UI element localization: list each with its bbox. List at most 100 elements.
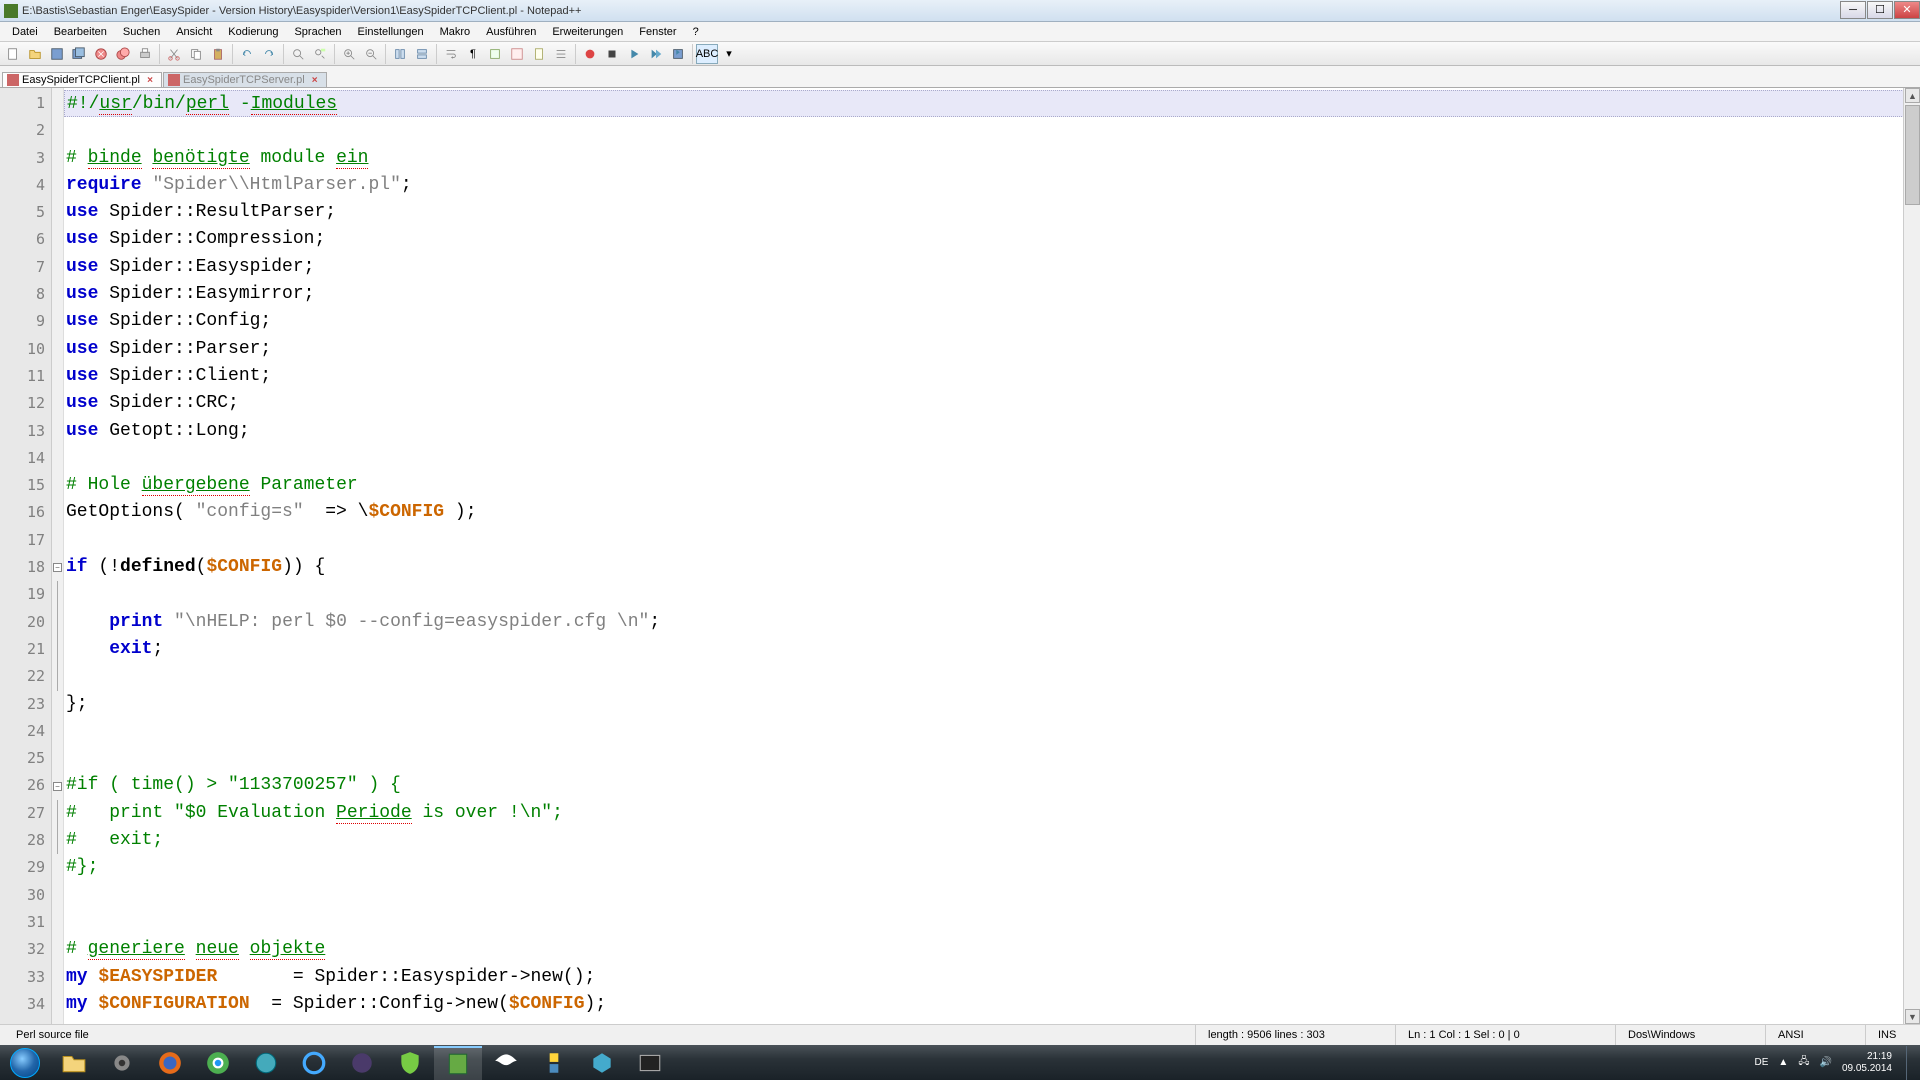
menu-fenster[interactable]: Fenster [631, 24, 684, 40]
systray-network-icon[interactable]: 🖧 [1798, 1054, 1809, 1071]
user-lang-icon[interactable] [506, 44, 528, 64]
spellcheck-dropdown-icon[interactable]: ▾ [718, 44, 740, 64]
menu-kodierung[interactable]: Kodierung [220, 24, 286, 40]
save-all-icon[interactable] [68, 44, 90, 64]
code-line[interactable] [64, 445, 1920, 472]
zoom-in-icon[interactable] [338, 44, 360, 64]
code-line[interactable] [64, 882, 1920, 909]
tab-close-icon[interactable]: × [310, 75, 320, 85]
menu-einstellungen[interactable]: Einstellungen [350, 24, 432, 40]
close-file-icon[interactable] [90, 44, 112, 64]
stop-macro-icon[interactable] [601, 44, 623, 64]
play-multi-icon[interactable] [645, 44, 667, 64]
code-line[interactable] [64, 527, 1920, 554]
code-line[interactable] [64, 581, 1920, 608]
taskbar-cube-icon[interactable] [578, 1046, 626, 1080]
menu-ausführen[interactable]: Ausführen [478, 24, 544, 40]
fold-toggle-icon[interactable]: − [53, 782, 62, 791]
taskbar-eclipse-icon[interactable] [338, 1046, 386, 1080]
sync-h-icon[interactable] [411, 44, 433, 64]
taskbar-chrome-icon[interactable] [194, 1046, 242, 1080]
copy-icon[interactable] [185, 44, 207, 64]
code-line[interactable]: use Spider::Client; [64, 363, 1920, 390]
code-line[interactable]: use Spider::Compression; [64, 226, 1920, 253]
record-macro-icon[interactable] [579, 44, 601, 64]
menu-?[interactable]: ? [685, 24, 707, 40]
code-line[interactable]: use Spider::CRC; [64, 390, 1920, 417]
func-list-icon[interactable] [550, 44, 572, 64]
save-macro-icon[interactable] [667, 44, 689, 64]
taskbar-globe-icon[interactable] [242, 1046, 290, 1080]
status-eol[interactable]: Dos\Windows [1616, 1025, 1766, 1045]
fold-cell[interactable]: − [52, 554, 63, 581]
code-line[interactable]: print "\nHELP: perl $0 --config=easyspid… [64, 609, 1920, 636]
code-line[interactable]: # Hole übergebene Parameter [64, 472, 1920, 499]
menu-makro[interactable]: Makro [432, 24, 479, 40]
scroll-thumb[interactable] [1905, 105, 1920, 205]
tab-close-icon[interactable]: × [145, 75, 155, 85]
scroll-up-icon[interactable]: ▲ [1905, 88, 1920, 103]
menu-bearbeiten[interactable]: Bearbeiten [46, 24, 115, 40]
menu-erweiterungen[interactable]: Erweiterungen [544, 24, 631, 40]
play-macro-icon[interactable] [623, 44, 645, 64]
find-icon[interactable] [287, 44, 309, 64]
minimize-button[interactable]: ─ [1840, 1, 1866, 19]
editor[interactable]: 1234567891011121314151617181920212223242… [0, 88, 1920, 1024]
menu-ansicht[interactable]: Ansicht [168, 24, 220, 40]
print-icon[interactable] [134, 44, 156, 64]
fold-toggle-icon[interactable]: − [53, 563, 62, 572]
show-desktop-button[interactable] [1906, 1046, 1914, 1080]
code-line[interactable]: use Getopt::Long; [64, 418, 1920, 445]
taskbar-python-icon[interactable] [530, 1046, 578, 1080]
taskbar-explorer-icon[interactable] [50, 1046, 98, 1080]
code-area[interactable]: #!/usr/bin/perl -Imodules # binde benötig… [64, 88, 1920, 1024]
doc-map-icon[interactable] [528, 44, 550, 64]
status-encoding[interactable]: ANSI [1766, 1025, 1866, 1045]
code-line[interactable]: use Spider::Parser; [64, 336, 1920, 363]
code-line[interactable]: use Spider::Easymirror; [64, 281, 1920, 308]
taskbar-bat-icon[interactable] [482, 1046, 530, 1080]
code-line[interactable]: if (!defined($CONFIG)) { [64, 554, 1920, 581]
taskbar-notepadpp-icon[interactable] [434, 1046, 482, 1080]
close-button[interactable]: ✕ [1894, 1, 1920, 19]
taskbar-firefox-icon[interactable] [146, 1046, 194, 1080]
code-line[interactable]: # binde benötigte module ein [64, 145, 1920, 172]
redo-icon[interactable] [258, 44, 280, 64]
fold-margin[interactable]: −− [52, 88, 64, 1024]
undo-icon[interactable] [236, 44, 258, 64]
code-line[interactable]: # exit; [64, 827, 1920, 854]
menu-sprachen[interactable]: Sprachen [286, 24, 349, 40]
menu-datei[interactable]: Datei [4, 24, 46, 40]
taskbar-cmd-icon[interactable] [626, 1046, 674, 1080]
start-button[interactable] [0, 1046, 50, 1080]
code-line[interactable]: use Spider::Config; [64, 308, 1920, 335]
taskbar-sync-icon[interactable] [290, 1046, 338, 1080]
code-line[interactable] [64, 718, 1920, 745]
cut-icon[interactable] [163, 44, 185, 64]
code-line[interactable]: #!/usr/bin/perl -Imodules [64, 90, 1920, 117]
scroll-down-icon[interactable]: ▼ [1905, 1009, 1920, 1024]
code-line[interactable]: }; [64, 691, 1920, 718]
new-file-icon[interactable] [2, 44, 24, 64]
code-line[interactable]: # generiere neue objekte [64, 936, 1920, 963]
code-line[interactable] [64, 745, 1920, 772]
save-icon[interactable] [46, 44, 68, 64]
code-line[interactable]: use Spider::Easyspider; [64, 254, 1920, 281]
menu-suchen[interactable]: Suchen [115, 24, 168, 40]
paste-icon[interactable] [207, 44, 229, 64]
sync-v-icon[interactable] [389, 44, 411, 64]
spellcheck-icon[interactable]: ABC [696, 44, 718, 64]
tab-easyspidertcpclient-pl[interactable]: EasySpiderTCPClient.pl× [2, 72, 162, 87]
replace-icon[interactable] [309, 44, 331, 64]
status-insert[interactable]: INS [1866, 1025, 1916, 1045]
code-line[interactable]: use Spider::ResultParser; [64, 199, 1920, 226]
taskbar-gear-icon[interactable] [98, 1046, 146, 1080]
indent-guide-icon[interactable] [484, 44, 506, 64]
code-line[interactable] [64, 117, 1920, 144]
close-all-icon[interactable] [112, 44, 134, 64]
wrap-icon[interactable] [440, 44, 462, 64]
code-line[interactable]: my $CONFIGURATION = Spider::Config->new(… [64, 991, 1920, 1018]
vertical-scrollbar[interactable]: ▲ ▼ [1903, 88, 1920, 1024]
open-file-icon[interactable] [24, 44, 46, 64]
maximize-button[interactable]: ☐ [1867, 1, 1893, 19]
